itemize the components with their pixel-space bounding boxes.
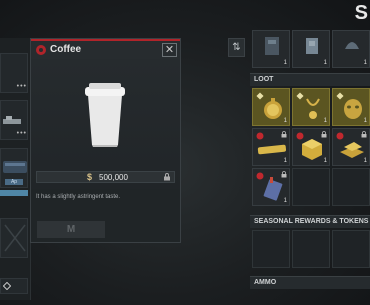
gold-bar-icon [257,144,287,155]
left-inventory-panel: ••• ••• Ap [0,38,31,300]
rarity-gear-icon [36,45,46,55]
price-row: $ 500,000 [36,171,175,183]
coffee-cup-icon [85,83,125,147]
case-icon [3,161,27,173]
loot-slot[interactable]: 1 [252,168,290,206]
body-armor-icon [306,38,318,54]
slot-count: 1 [363,118,367,124]
inventory-slot[interactable]: 1 [332,30,370,68]
lock-icon [361,131,367,138]
ammo-section-header[interactable]: AMMO [250,276,370,289]
popup-header: Coffee ✕ [31,39,180,59]
currency-icon: $ [87,172,93,182]
close-icon: ✕ [164,44,175,56]
gold-mask-icon [344,99,362,119]
slot-count: 1 [283,60,287,66]
sort-button[interactable]: ⇅ [228,38,245,57]
empty-slot[interactable] [252,230,290,268]
loot-slot[interactable]: 1 [292,88,330,126]
left-slot-small[interactable] [0,278,28,294]
loot-section-header[interactable]: LOOT [250,73,370,86]
rarity-gear-icon [256,132,264,140]
slot-count: 1 [323,60,327,66]
market-button[interactable]: M [37,221,105,238]
slot-count: 1 [283,158,287,164]
slot-count: 1 [283,198,287,204]
slot-tag: Ap [5,179,23,185]
helmet-icon [345,42,359,49]
lock-icon [281,131,287,138]
item-detail-popup: Coffee ✕ $ 500,000 It has a slightly ast… [30,38,181,243]
slot-count: 1 [323,158,327,164]
item-preview [31,59,180,189]
loot-slot[interactable]: 1 [252,88,290,126]
empty-x-icon [4,224,26,252]
slot-count: 1 [283,118,287,124]
slot-count: 1 [363,158,367,164]
slot-count: 1 [323,118,327,124]
left-slot-case[interactable]: Ap [0,148,28,188]
loot-slot[interactable]: 1 [252,128,290,166]
loot-slot[interactable]: 1 [332,88,370,126]
price-value: 500,000 [99,173,128,182]
item-description: It has a slightly astringent taste. [36,194,121,200]
corner-title: S [354,2,368,24]
diamond-icon [3,282,11,290]
seasonal-rewards-header[interactable]: SEASONAL REWARDS & TOKENS [250,215,370,228]
inventory-slot[interactable]: 1 [252,30,290,68]
empty-slot[interactable] [332,230,370,268]
sort-icon: ⇅ [232,42,241,53]
empty-slot[interactable] [332,168,370,206]
weapon-part-icon [3,116,21,124]
lock-icon [164,173,170,181]
empty-slot[interactable] [292,230,330,268]
keycard-icon [263,177,283,201]
close-button[interactable]: ✕ [162,43,177,57]
slot-dots-2: ••• [16,130,27,137]
tactical-rig-icon [265,37,279,55]
slot-dots: ••• [16,83,27,90]
popup-title: Coffee [50,44,82,55]
gold-necklace-icon [306,98,320,119]
slot-count: 1 [363,60,367,66]
loot-slot[interactable]: 1 [292,128,330,166]
left-slot-empty[interactable] [0,218,28,258]
gold-pocket-watch-icon [264,98,282,119]
loot-slot[interactable]: 1 [332,128,370,166]
gold-cube-icon [302,139,322,160]
durability-bar [0,190,28,196]
inventory-slot[interactable]: 1 [292,30,330,68]
empty-slot[interactable] [292,168,330,206]
gold-ingots-icon [340,142,364,158]
